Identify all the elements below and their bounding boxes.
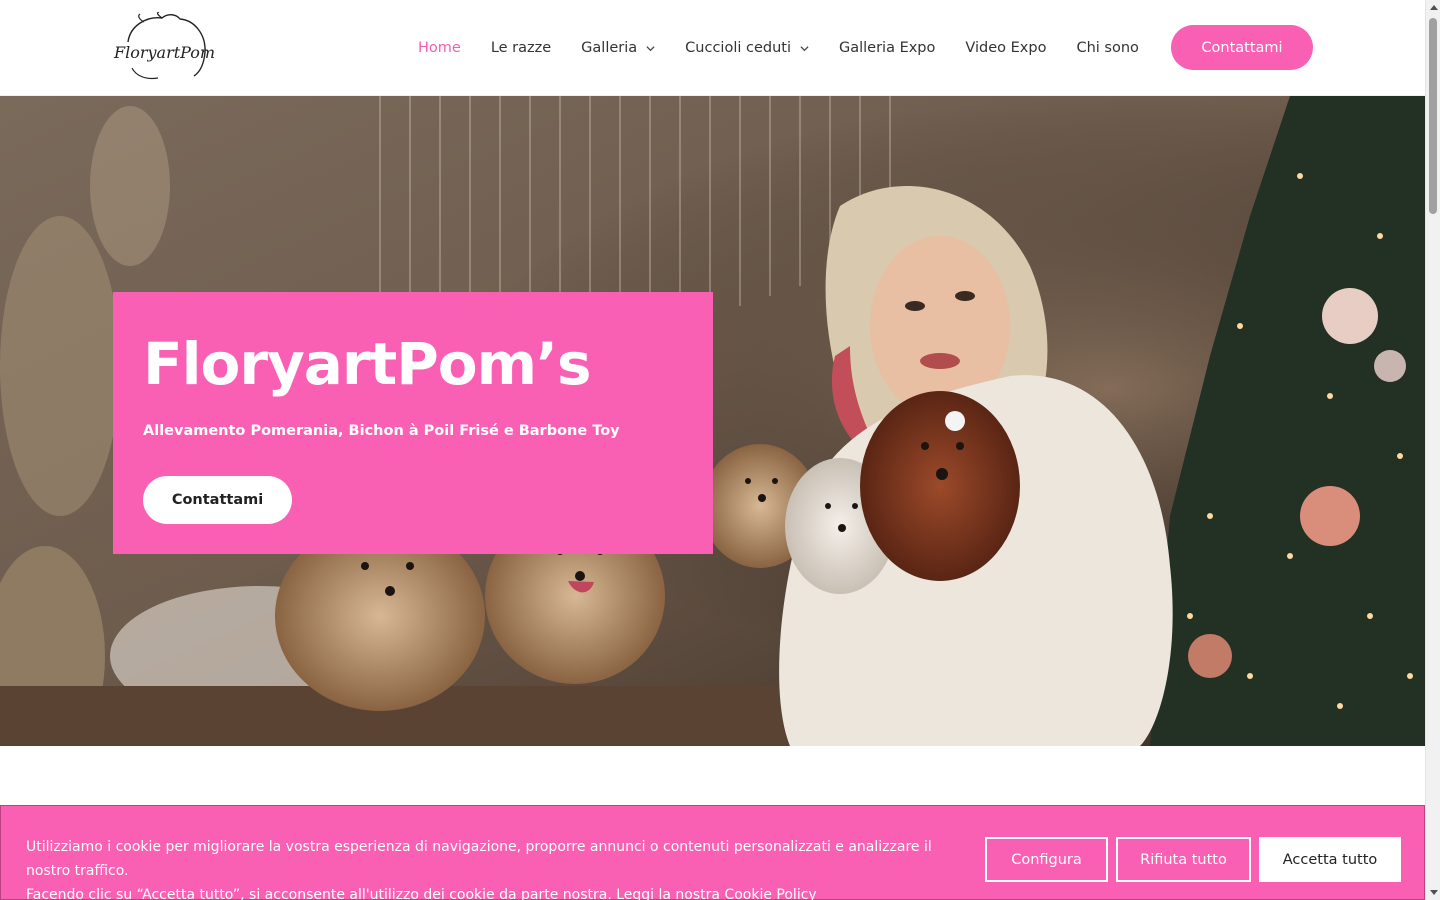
hero-title: FloryartPom’s: [143, 330, 592, 398]
nav-item-home[interactable]: Home: [418, 40, 461, 56]
header-contact-button[interactable]: Contattami: [1171, 25, 1313, 70]
hero-section: FloryartPom’s Allevamento Pomerania, Bic…: [0, 96, 1425, 746]
nav-item-cuccioli-ceduti[interactable]: Cuccioli ceduti: [685, 40, 809, 56]
cookie-reject-all-button[interactable]: Rifiuta tutto: [1116, 837, 1251, 882]
cookie-accept-all-button[interactable]: Accetta tutto: [1259, 837, 1401, 882]
site-logo[interactable]: FloryartPom's: [110, 11, 228, 84]
cookie-configure-button[interactable]: Configura: [985, 837, 1108, 882]
chevron-down-icon: [646, 45, 655, 51]
main-navigation: Home Le razze Galleria Cuccioli ceduti Galle…: [418, 0, 1169, 96]
nav-item-galleria[interactable]: Galleria: [581, 40, 655, 56]
nav-item-label: Cuccioli ceduti: [685, 40, 791, 56]
chevron-down-icon: [800, 45, 809, 51]
cookie-text-line2: Facendo clic su “Accetta tutto”, si acco…: [26, 883, 976, 900]
scrollbar-thumb[interactable]: [1429, 18, 1437, 214]
hero-contact-button[interactable]: Contattami: [143, 476, 292, 524]
dog-head-logo-icon: FloryartPom's: [113, 11, 228, 80]
nav-item-label: Home: [418, 40, 461, 56]
nav-item-label: Galleria Expo: [838, 40, 936, 56]
nav-item-label: Video Expo: [965, 40, 1047, 56]
scroll-up-arrow-icon[interactable]: [1430, 5, 1438, 10]
nav-item-video-expo[interactable]: Video Expo: [965, 40, 1046, 56]
cookie-policy-link[interactable]: Cookie Policy: [724, 887, 816, 900]
nav-item-le-razze[interactable]: Le razze: [491, 40, 551, 56]
hero-subtitle: Allevamento Pomerania, Bichon à Poil Fri…: [143, 423, 620, 439]
site-header: FloryartPom's Home Le razze Galleria Cuccio…: [0, 0, 1425, 96]
cookie-text-line2-body: Facendo clic su “Accetta tutto”, si acco…: [26, 887, 720, 900]
cookie-text-line1: Utilizziamo i cookie per migliorare la v…: [26, 839, 932, 879]
nav-item-label: Galleria: [581, 40, 638, 56]
hero-card: FloryartPom’s Allevamento Pomerania, Bic…: [113, 292, 713, 554]
page: FloryartPom's Home Le razze Galleria Cuccio…: [0, 0, 1440, 900]
cookie-banner: Utilizziamo i cookie per migliorare la v…: [0, 805, 1425, 900]
nav-item-chi-sono[interactable]: Chi sono: [1076, 40, 1138, 56]
nav-item-galleria-expo[interactable]: Galleria Expo: [839, 40, 935, 56]
nav-item-label: Chi sono: [1076, 40, 1139, 56]
scroll-down-arrow-icon[interactable]: [1430, 890, 1438, 895]
logo-text: FloryartPom's: [113, 43, 216, 62]
cookie-message: Utilizziamo i cookie per migliorare la v…: [26, 835, 976, 900]
nav-item-label: Le razze: [490, 40, 552, 56]
page-scrollbar[interactable]: [1425, 0, 1440, 900]
